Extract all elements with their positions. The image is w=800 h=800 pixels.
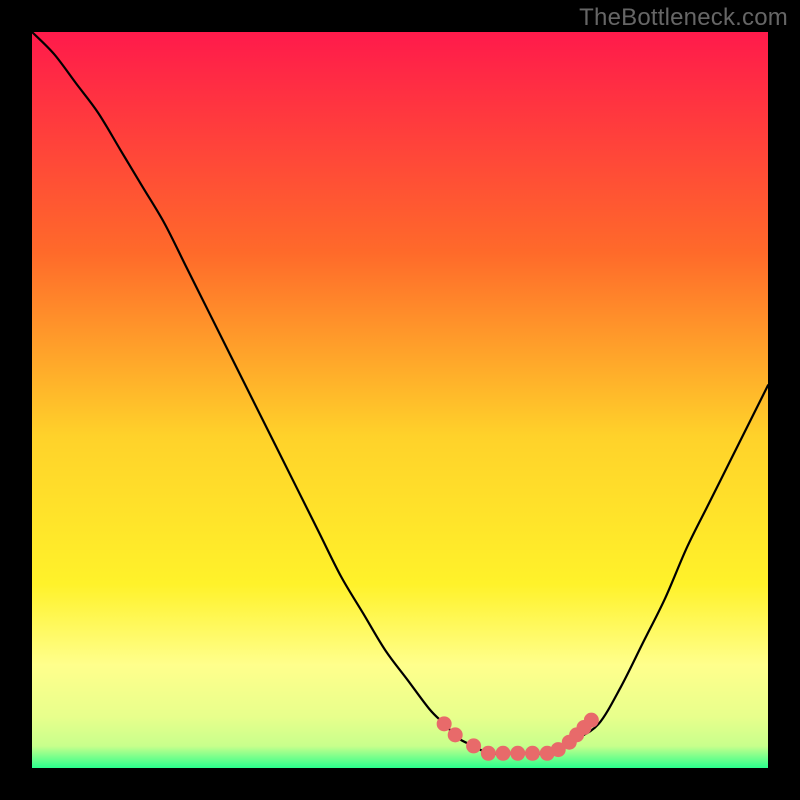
marker-dot bbox=[466, 738, 481, 753]
marker-dot bbox=[496, 746, 511, 761]
plot-area bbox=[32, 32, 768, 768]
watermark-text: TheBottleneck.com bbox=[579, 4, 788, 32]
marker-dot bbox=[437, 716, 452, 731]
marker-dot bbox=[481, 746, 496, 761]
marker-dot bbox=[448, 727, 463, 742]
marker-dot bbox=[525, 746, 540, 761]
gradient-background bbox=[32, 32, 768, 768]
marker-dot bbox=[584, 713, 599, 728]
chart-wrapper: TheBottleneck.com bbox=[0, 0, 800, 800]
chart-svg bbox=[32, 32, 768, 768]
marker-dot bbox=[510, 746, 525, 761]
